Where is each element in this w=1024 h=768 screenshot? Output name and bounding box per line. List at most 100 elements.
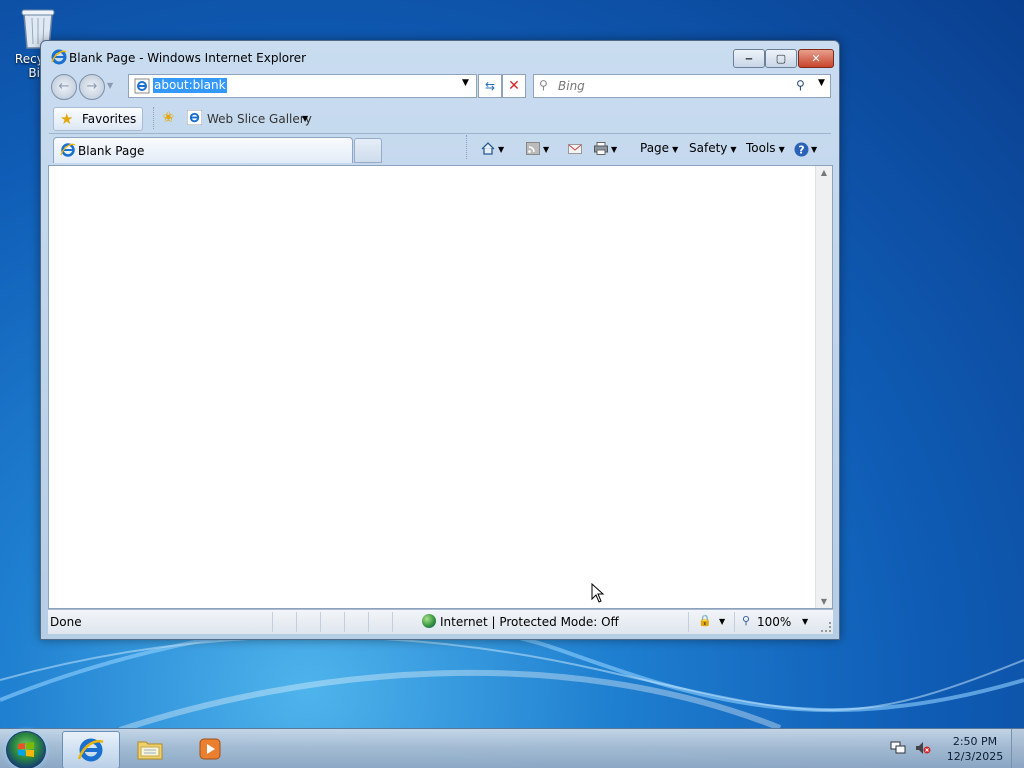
start-button[interactable] xyxy=(6,731,46,768)
page-menu-label: Page xyxy=(640,141,670,155)
mail-icon xyxy=(568,142,582,155)
taskbar-windows-media-player[interactable] xyxy=(182,731,238,767)
web-slice-dropdown-icon[interactable]: ▼ xyxy=(302,114,308,123)
status-divider xyxy=(320,612,321,632)
svg-text:?: ? xyxy=(798,144,804,157)
rss-feed-icon xyxy=(526,142,540,155)
security-zone-text[interactable]: Internet | Protected Mode: Off xyxy=(440,615,619,629)
status-divider xyxy=(344,612,345,632)
tools-menu-label: Tools xyxy=(746,141,776,155)
address-input[interactable]: about:blank xyxy=(153,78,227,93)
printer-icon xyxy=(594,142,608,155)
web-slice-gallery-link[interactable]: Web Slice Gallery xyxy=(207,112,312,126)
refresh-button[interactable]: ⇆ xyxy=(478,74,502,98)
maximize-button[interactable]: ▢ xyxy=(765,49,797,68)
clock-date: 12/3/2025 xyxy=(946,750,1004,763)
window-title: Blank Page - Windows Internet Explorer xyxy=(69,51,307,65)
clock-time: 2:50 PM xyxy=(952,735,998,748)
vertical-scrollbar[interactable]: ▲ ▼ xyxy=(815,166,832,608)
favorites-label: Favorites xyxy=(82,112,137,126)
status-divider xyxy=(392,612,393,632)
add-to-favorites-bar-icon[interactable]: ✬ xyxy=(162,108,175,126)
taskbar-internet-explorer[interactable] xyxy=(62,731,120,768)
page-content-area[interactable]: ▲ ▼ xyxy=(48,165,833,609)
close-button[interactable]: ✕ xyxy=(798,49,834,68)
network-icon[interactable] xyxy=(890,741,906,755)
search-icon[interactable]: ⚲ xyxy=(796,78,805,92)
status-bar: Done Internet | Protected Mode: Off 🔒 ▼ … xyxy=(48,609,833,634)
forward-button[interactable]: → xyxy=(79,74,105,100)
read-mail-button[interactable] xyxy=(568,139,582,157)
taskbar-windows-explorer[interactable] xyxy=(122,731,178,767)
safety-dropdown-icon: ▼ xyxy=(730,145,737,154)
internet-explorer-icon xyxy=(77,738,104,762)
volume-muted-icon[interactable] xyxy=(915,741,931,755)
feeds-dropdown-icon[interactable]: ▼ xyxy=(543,145,549,154)
minimize-button[interactable]: ‒ xyxy=(733,49,765,68)
title-bar[interactable]: Blank Page - Windows Internet Explorer ‒… xyxy=(41,41,839,75)
favorites-bar: ★ Favorites ✬ Web Slice Gallery ▼ xyxy=(49,103,831,134)
back-arrow-icon: ← xyxy=(58,79,70,94)
zoom-level[interactable]: 100% xyxy=(757,615,791,629)
print-button[interactable]: ▼ xyxy=(594,139,617,157)
protected-mode-lock-icon[interactable]: 🔒 xyxy=(698,614,712,627)
favorites-star-icon: ★ xyxy=(60,110,74,128)
back-button[interactable]: ← xyxy=(51,74,77,100)
scroll-down-icon[interactable]: ▼ xyxy=(816,597,832,606)
help-icon: ? xyxy=(794,142,809,157)
status-text: Done xyxy=(50,615,82,629)
home-icon xyxy=(481,142,495,155)
tools-menu[interactable]: Tools ▼ xyxy=(746,139,785,157)
status-divider xyxy=(368,612,369,632)
security-dropdown-icon[interactable]: ▼ xyxy=(719,617,725,626)
help-dropdown-icon: ▼ xyxy=(811,145,818,154)
forward-arrow-icon: → xyxy=(86,79,98,94)
home-button[interactable]: ▼ xyxy=(481,139,504,157)
search-input[interactable]: Bing xyxy=(558,79,585,93)
address-bar[interactable]: about:blank ▼ xyxy=(128,74,477,98)
search-provider-icon: ⚲ xyxy=(539,78,548,92)
taskbar: 2:50 PM 12/3/2025 xyxy=(0,728,1024,768)
search-box[interactable]: ⚲ Bing ⚲ ▼ xyxy=(533,74,831,98)
status-divider xyxy=(734,612,735,632)
mouse-cursor-icon xyxy=(591,583,605,603)
folder-icon xyxy=(137,741,163,760)
zoom-magnifier-icon[interactable]: ⚲ xyxy=(742,614,750,627)
safety-menu[interactable]: Safety ▼ xyxy=(689,139,737,157)
page-menu[interactable]: Page ▼ xyxy=(640,139,678,157)
status-divider xyxy=(272,612,273,632)
command-bar-separator xyxy=(466,135,468,159)
tab-label: Blank Page xyxy=(78,144,145,158)
tab-page-icon xyxy=(60,143,76,157)
windows-logo-icon xyxy=(18,742,34,757)
new-tab-button[interactable] xyxy=(354,138,382,163)
system-clock[interactable]: 2:50 PM 12/3/2025 xyxy=(940,734,1010,764)
print-dropdown-icon[interactable]: ▼ xyxy=(611,145,617,154)
safety-menu-label: Safety xyxy=(689,141,728,155)
zoom-dropdown-icon[interactable]: ▼ xyxy=(802,617,808,626)
scroll-up-icon[interactable]: ▲ xyxy=(816,168,832,177)
page-icon xyxy=(134,78,150,94)
feeds-button[interactable]: ▼ xyxy=(526,139,549,157)
ie-logo-icon xyxy=(51,49,67,65)
page-dropdown-icon: ▼ xyxy=(672,145,679,154)
media-player-icon xyxy=(199,738,221,760)
favorites-button[interactable]: ★ Favorites xyxy=(53,107,143,131)
stop-icon: ✕ xyxy=(508,78,520,94)
internet-zone-globe-icon xyxy=(422,614,436,628)
show-desktop-button[interactable] xyxy=(1011,729,1024,768)
help-menu[interactable]: ? ▼ xyxy=(794,139,817,157)
ie-window: Blank Page - Windows Internet Explorer ‒… xyxy=(40,40,840,640)
close-icon: ✕ xyxy=(811,52,821,65)
tab-blank-page[interactable]: Blank Page xyxy=(53,137,353,163)
home-dropdown-icon[interactable]: ▼ xyxy=(498,145,504,154)
favorites-separator xyxy=(153,107,155,129)
status-divider xyxy=(688,612,689,632)
minimize-icon: ‒ xyxy=(745,52,753,65)
stop-button[interactable]: ✕ xyxy=(502,74,526,98)
search-options-dropdown-icon[interactable]: ▼ xyxy=(818,78,825,88)
resize-grip-icon[interactable] xyxy=(821,622,831,632)
maximize-icon: ▢ xyxy=(775,52,787,65)
address-dropdown-icon[interactable]: ▼ xyxy=(462,78,469,88)
recent-pages-dropdown-icon[interactable]: ▼ xyxy=(107,81,113,90)
